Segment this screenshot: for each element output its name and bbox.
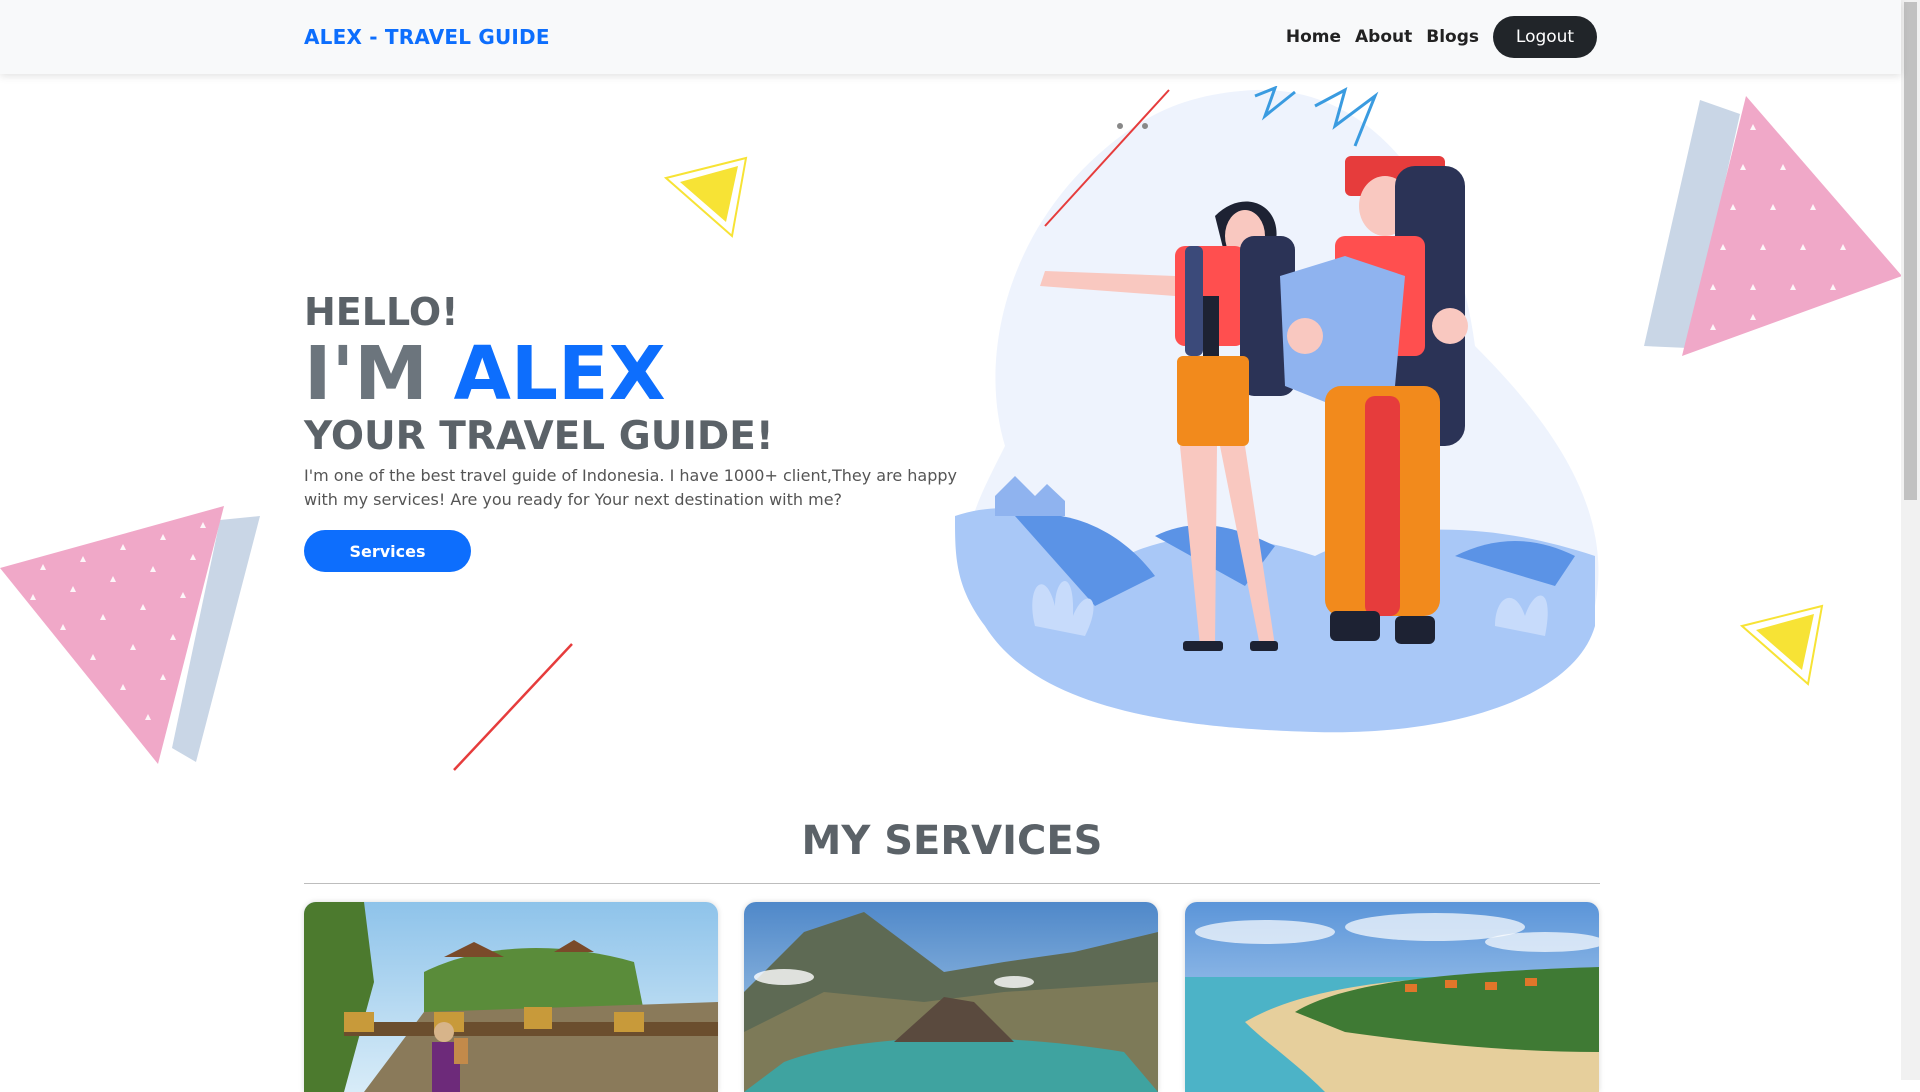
left-pink-triangle-decoration: [0, 506, 260, 764]
yellow-triangle-decoration-right: [1739, 604, 1824, 686]
service-card-volcano[interactable]: [744, 902, 1158, 1092]
temple-cliff-photo: [304, 902, 718, 1092]
hero-name-accent: ALEX: [453, 331, 666, 417]
hero-hello: HELLO!: [304, 290, 459, 334]
nav-links: Home About Blogs Logout: [1282, 16, 1597, 58]
yellow-triangle-decoration-top: [663, 156, 748, 238]
tropical-beach-photo: [1185, 902, 1599, 1092]
right-pink-triangle-decoration: [1644, 96, 1902, 356]
red-line-decoration-bottom: [453, 643, 573, 771]
service-card-temple[interactable]: [304, 902, 718, 1092]
section-divider: [304, 883, 1600, 884]
brand-logo[interactable]: ALEX - TRAVEL GUIDE: [304, 25, 550, 49]
services-button[interactable]: Services: [304, 530, 471, 572]
travelers-illustration: [955, 86, 1599, 733]
navbar: ALEX - TRAVEL GUIDE Home About Blogs Log…: [0, 0, 1901, 74]
page-scrollbar[interactable]: [1901, 0, 1920, 1080]
volcano-crater-lake-photo: [744, 902, 1158, 1092]
nav-link-blogs[interactable]: Blogs: [1422, 19, 1483, 55]
hero-description: I'm one of the best travel guide of Indo…: [304, 466, 957, 509]
scrollbar-thumb[interactable]: [1904, 2, 1917, 500]
hero-subtitle: YOUR TRAVEL GUIDE!: [304, 414, 774, 459]
nav-link-about[interactable]: About: [1351, 19, 1416, 55]
hero-name-heading: I'M ALEX: [304, 334, 964, 414]
hero-text: HELLO! I'M ALEX YOUR TRAVEL GUIDE! I'm o…: [304, 290, 964, 512]
nav-link-home[interactable]: Home: [1282, 19, 1345, 55]
service-card-beach[interactable]: [1185, 902, 1599, 1092]
logout-button[interactable]: Logout: [1493, 16, 1597, 58]
section-title-services: MY SERVICES: [801, 818, 1103, 864]
hero-im-text: I'M: [304, 331, 454, 417]
